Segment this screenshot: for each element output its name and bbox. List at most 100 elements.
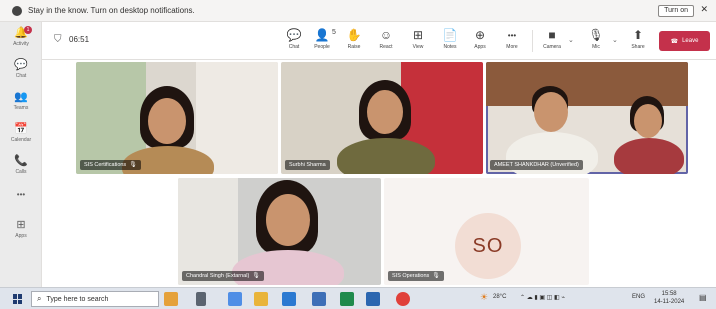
rail-item-label: Apps: [15, 233, 27, 239]
rail-item-more[interactable]: •••: [0, 188, 42, 216]
apps-icon: ⊕: [474, 28, 486, 42]
notification-bar: Stay in the know. Turn on desktop notifi…: [0, 0, 716, 22]
outlook-icon[interactable]: [282, 292, 296, 306]
task-view-icon[interactable]: [196, 292, 206, 306]
edge-browser-icon[interactable]: [228, 292, 242, 306]
rail-item-apps[interactable]: ⊞ Apps: [0, 218, 42, 246]
camera-icon: ■: [548, 28, 556, 42]
chat-icon: 💬: [286, 28, 302, 42]
participant-name-label: Chandral Singh (Extarnal) 🎙: [182, 271, 264, 281]
raise-hand-button[interactable]: ✋ Raise: [340, 28, 368, 51]
rail-item-calls[interactable]: 📞 Calls: [0, 154, 42, 182]
close-icon[interactable]: ✕: [700, 4, 708, 15]
react-label: React: [379, 44, 393, 50]
turn-on-button[interactable]: Turn on: [658, 5, 694, 17]
rail-item-label: Teams: [13, 105, 29, 111]
view-label: View: [412, 44, 424, 50]
participant-name-label: AMEET SHANKDHAR (Unverified): [490, 160, 583, 170]
people-count: 5: [332, 29, 336, 36]
share-icon: ⬆: [632, 28, 644, 42]
chrome-icon[interactable]: [396, 292, 410, 306]
mic-off-icon: 🎙: [129, 162, 137, 168]
weather-temp[interactable]: 28°C: [493, 294, 506, 300]
notes-icon: 📄: [442, 28, 458, 42]
linkedin-icon[interactable]: [366, 292, 380, 306]
video-person: [634, 104, 662, 138]
hand-icon: ✋: [346, 28, 362, 42]
windows-start-icon[interactable]: [13, 294, 23, 304]
shield-icon: ⛉: [54, 34, 62, 45]
view-button[interactable]: ⊞ View: [404, 28, 432, 51]
activity-badge: 1: [24, 26, 32, 34]
info-icon: [12, 5, 22, 16]
share-label: Share: [631, 44, 645, 50]
smiley-icon: ☺: [379, 28, 393, 42]
chat-label: Chat: [288, 44, 300, 50]
notes-button[interactable]: 📄 Notes: [436, 28, 464, 51]
clock-date: 14-11-2024: [654, 299, 685, 305]
share-button[interactable]: ⬆ Share: [624, 28, 652, 51]
toolbar-divider: [532, 30, 533, 52]
chat-button[interactable]: 💬 Chat: [280, 28, 308, 51]
participant-avatar: SO: [455, 213, 521, 279]
file-explorer-icon[interactable]: [164, 292, 178, 306]
rail-item-label: Calls: [15, 169, 27, 175]
apps-button[interactable]: ⊕ Apps: [466, 28, 494, 51]
participant-name-label: Surbhi Sharma: [285, 160, 330, 170]
notes-label: Notes: [443, 44, 457, 50]
video-person: [534, 92, 568, 132]
search-icon: ⌕: [37, 294, 42, 303]
rail-item-teams[interactable]: 👥 Teams: [0, 90, 42, 118]
notification-message: Stay in the know. Turn on desktop notifi…: [28, 6, 195, 15]
participant-name-label: SIS Certifications 🎙: [80, 160, 141, 170]
mic-off-icon: 🎙: [588, 28, 604, 42]
rail-item-label: Activity: [13, 41, 29, 47]
participant-tile[interactable]: SO SIS Operations 🎙: [384, 178, 589, 285]
rail-item-chat[interactable]: 💬 Chat: [0, 58, 42, 86]
rail-item-calendar[interactable]: 📅 Calendar: [0, 122, 42, 150]
people-label: People: [314, 44, 330, 50]
word-icon[interactable]: [312, 292, 326, 306]
mic-off-icon: 🎙: [252, 273, 260, 279]
app-rail: 🔔 1 Activity 💬 Chat 👥 Teams 📅 Calendar 📞…: [0, 22, 42, 287]
mic-off-icon: 🎙: [432, 273, 440, 279]
mic-button[interactable]: 🎙 Mic: [582, 28, 610, 51]
participant-name-label: SIS Operations 🎙: [388, 271, 444, 281]
participant-tile-speaking[interactable]: AMEET SHANKDHAR (Unverified): [486, 62, 688, 174]
teams-icon: 👥: [14, 91, 28, 103]
mic-label: Mic: [592, 44, 600, 50]
more-button[interactable]: ••• More: [498, 28, 526, 51]
raise-label: Raise: [347, 44, 361, 50]
system-tray-icons[interactable]: ⌃ ☁ ▮ ▣ ◫ ◧ ⌁: [520, 294, 565, 301]
participant-tile[interactable]: SIS Certifications 🎙: [76, 62, 278, 174]
participant-tile[interactable]: Chandral Singh (Extarnal) 🎙: [178, 178, 381, 285]
weather-icon: ☀: [480, 292, 489, 302]
camera-label: Camera: [543, 44, 561, 50]
more-icon: •••: [507, 31, 517, 40]
rail-item-activity[interactable]: 🔔 1 Activity: [0, 26, 42, 54]
rail-item-label: Chat: [15, 73, 27, 79]
video-person: [614, 138, 684, 174]
calendar-icon: 📅: [14, 123, 28, 135]
camera-options-chevron-icon[interactable]: ⌄: [568, 36, 574, 44]
participant-tile[interactable]: Surbhi Sharma: [281, 62, 483, 174]
taskbar-search-input[interactable]: ⌕ Type here to search: [31, 291, 159, 307]
grid-icon: ⊞: [412, 28, 424, 42]
meeting-toolbar: ⛉ 06:51 💬 Chat 👤 People 5 ✋ Raise ☺ Reac…: [42, 22, 716, 60]
search-placeholder: Type here to search: [46, 295, 109, 303]
leave-label: Leave: [682, 38, 699, 44]
video-person: [337, 138, 435, 174]
camera-button[interactable]: ■ Camera: [538, 28, 566, 51]
apps-icon: ⊞: [16, 219, 26, 231]
folder-icon[interactable]: [254, 292, 268, 306]
language-indicator[interactable]: ENG: [632, 294, 645, 300]
react-button[interactable]: ☺ React: [372, 28, 400, 51]
mic-options-chevron-icon[interactable]: ⌄: [612, 36, 618, 44]
os-taskbar: ⌕ Type here to search ☀ 28°C ⌃ ☁ ▮ ▣ ◫ ◧…: [0, 287, 716, 309]
taskbar-clock[interactable]: 15:58 14-11-2024: [654, 290, 684, 306]
more-icon: •••: [16, 190, 26, 199]
rail-item-label: Calendar: [10, 137, 32, 143]
leave-button[interactable]: ☎ Leave: [659, 31, 710, 51]
excel-icon[interactable]: [340, 292, 354, 306]
notification-center-icon[interactable]: ▤: [699, 293, 707, 302]
